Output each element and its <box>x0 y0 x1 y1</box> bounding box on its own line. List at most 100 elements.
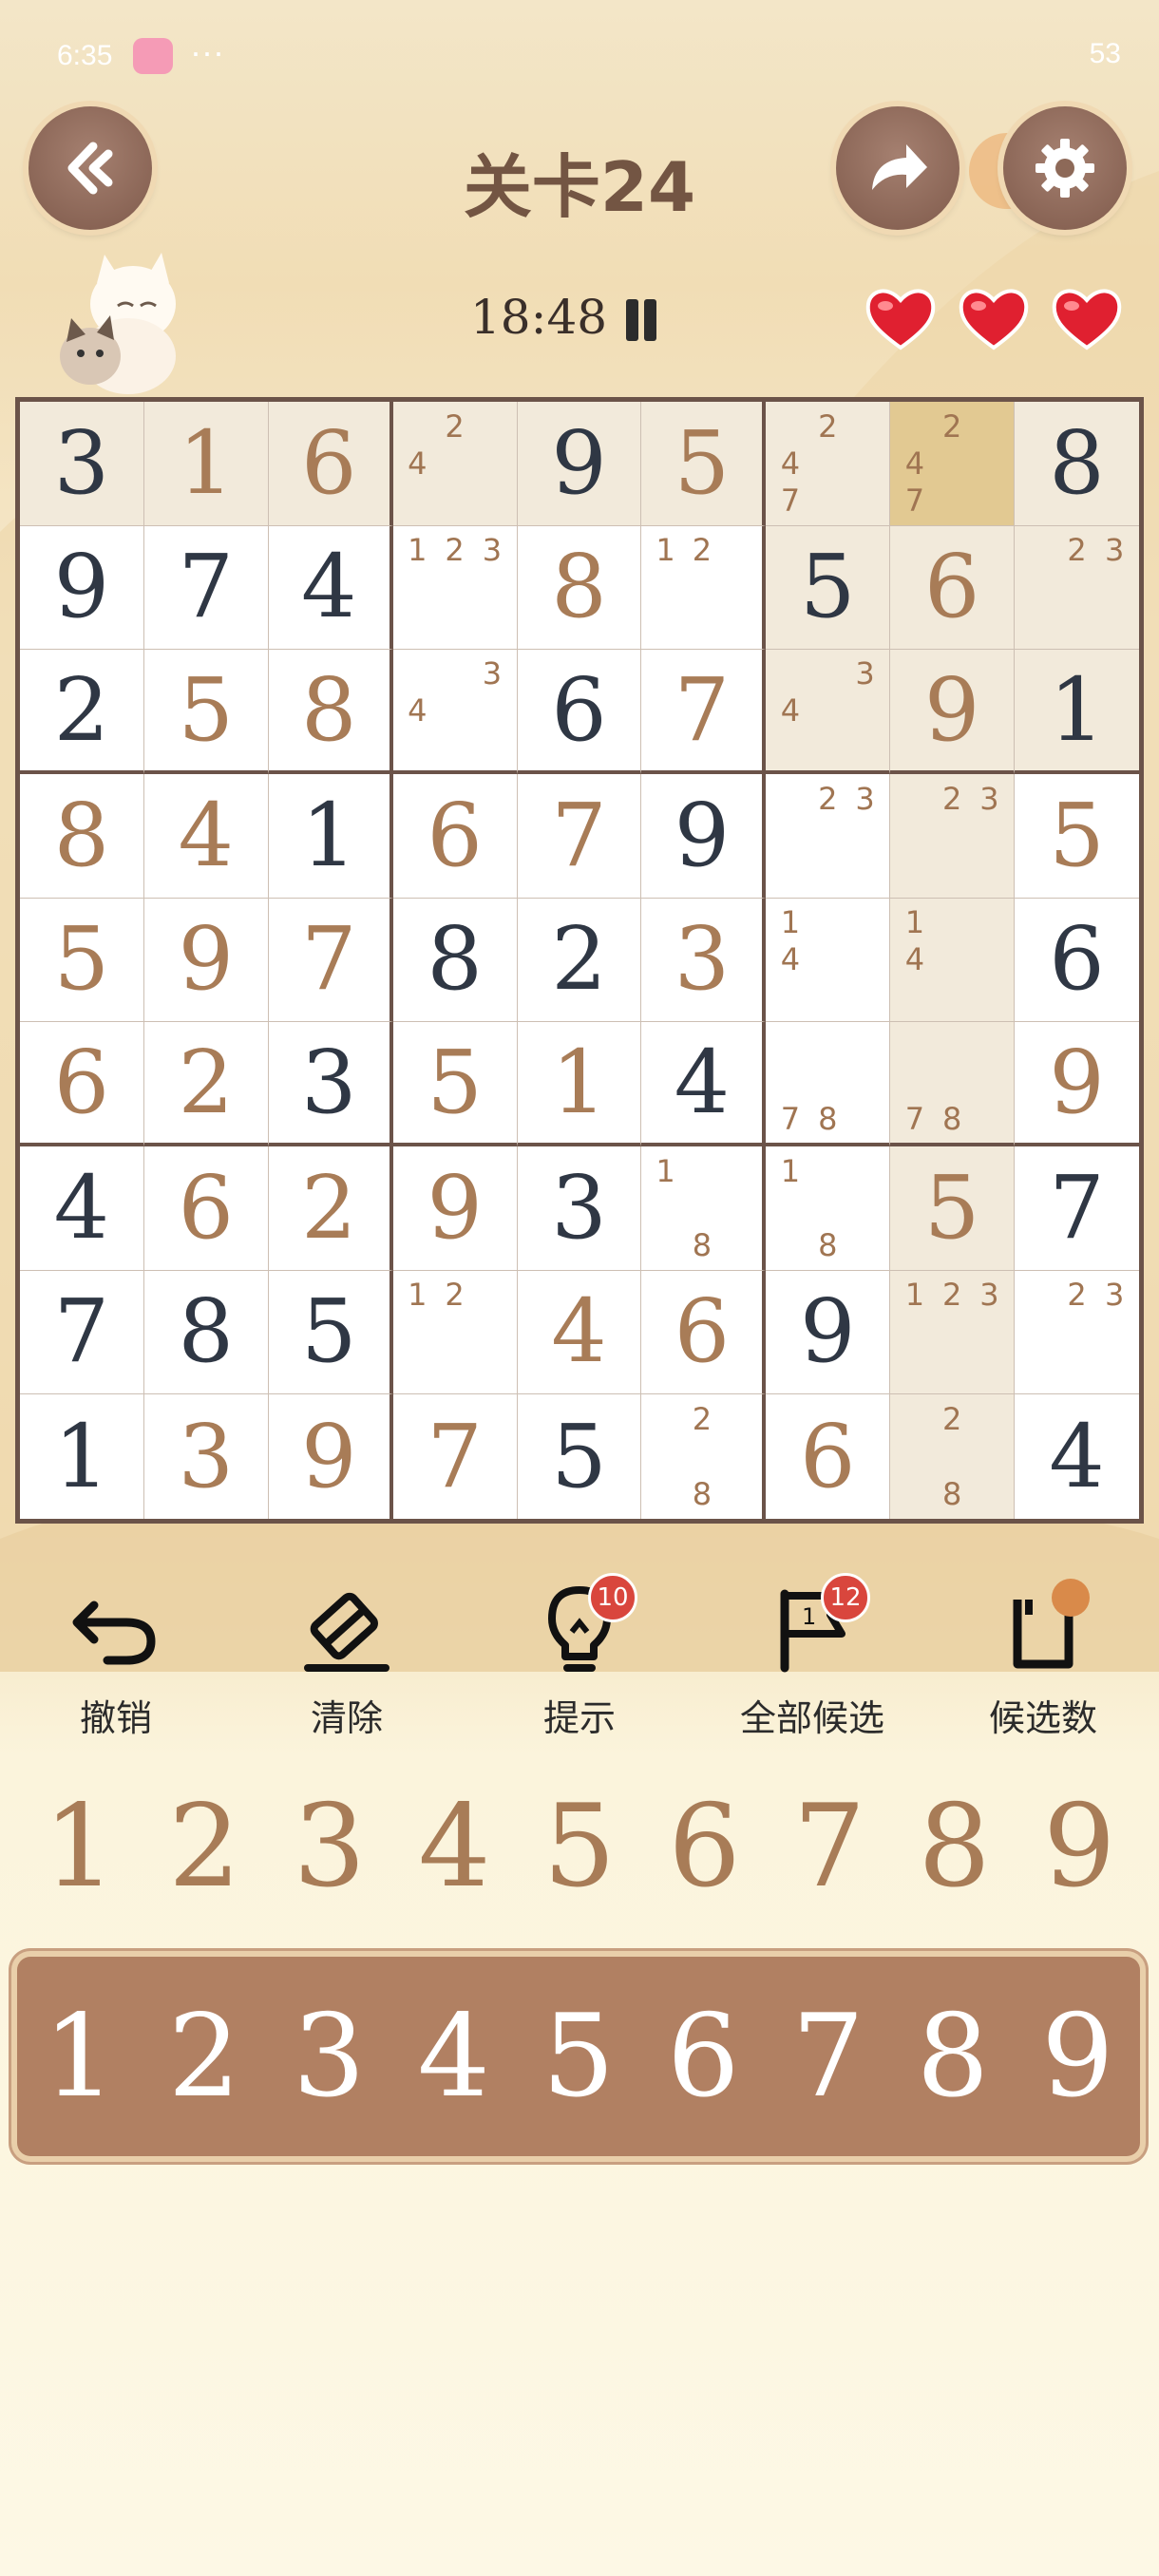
board-cell[interactable]: 6 <box>766 1394 891 1519</box>
board-cell[interactable]: 12 <box>392 1270 518 1395</box>
board-cell[interactable]: 5 <box>518 1394 642 1519</box>
board-cell[interactable]: 7 <box>1015 1146 1139 1271</box>
board-cell[interactable]: 9 <box>766 1270 891 1395</box>
board-cell[interactable]: 4 <box>1015 1394 1139 1519</box>
share-button[interactable] <box>836 106 960 230</box>
board-cell[interactable]: 5 <box>143 650 269 774</box>
board-cell[interactable]: 34 <box>766 650 891 774</box>
board-cell[interactable]: 7 <box>268 898 393 1023</box>
board-cell[interactable]: 4 <box>143 774 269 899</box>
board-cell[interactable]: 8 <box>268 650 393 774</box>
board-cell[interactable]: 2 <box>517 898 642 1023</box>
board-cell[interactable]: 3 <box>20 402 144 526</box>
board-cell[interactable]: 9 <box>269 1394 393 1519</box>
hint-button[interactable]: 10 提示 <box>494 1573 665 1757</box>
board-cell[interactable]: 18 <box>766 1146 891 1271</box>
number-pad-key-8[interactable]: 8 <box>896 1991 1010 2123</box>
number-pad-key-5[interactable]: 5 <box>522 1991 636 2123</box>
number-key-2[interactable]: 2 <box>147 1781 261 1913</box>
number-key-4[interactable]: 4 <box>397 1781 511 1913</box>
board-cell[interactable]: 123 <box>392 525 518 651</box>
number-key-8[interactable]: 8 <box>898 1781 1012 1913</box>
board-cell[interactable]: 4 <box>268 525 393 651</box>
number-key-5[interactable]: 5 <box>522 1781 636 1913</box>
board-cell[interactable]: 2 <box>20 650 144 774</box>
board-cell[interactable]: 7 <box>143 525 269 651</box>
board-cell[interactable]: 23 <box>766 774 891 899</box>
board-cell[interactable]: 8 <box>1015 402 1139 526</box>
undo-button[interactable]: 撤销 <box>30 1577 201 1757</box>
board-cell[interactable]: 3 <box>517 1146 642 1271</box>
board-cell[interactable]: 9 <box>517 402 642 526</box>
board-cell[interactable]: 1 <box>517 1022 642 1146</box>
board-cell[interactable]: 3 <box>268 1022 393 1146</box>
board-cell[interactable]: 23 <box>1015 525 1139 651</box>
clear-button[interactable]: 清除 <box>261 1577 432 1757</box>
board-cell[interactable]: 3 <box>641 898 767 1023</box>
board-cell[interactable]: 7 <box>641 650 767 774</box>
board-cell[interactable]: 23 <box>890 774 1016 899</box>
board-cell[interactable]: 28 <box>890 1394 1016 1519</box>
board-cell[interactable]: 6 <box>1015 899 1139 1023</box>
board-cell[interactable]: 1 <box>1015 650 1139 774</box>
board-cell[interactable]: 123 <box>890 1270 1016 1395</box>
board-cell[interactable]: 4 <box>517 1270 642 1395</box>
board-cell[interactable]: 23 <box>1015 1271 1139 1395</box>
board-cell[interactable]: 5 <box>766 525 891 651</box>
board-cell[interactable]: 78 <box>890 1022 1016 1146</box>
number-key-1[interactable]: 1 <box>23 1781 137 1913</box>
board-cell[interactable]: 2 <box>268 1146 393 1271</box>
board-cell[interactable]: 9 <box>20 525 144 651</box>
number-pad-key-7[interactable]: 7 <box>771 1991 885 2123</box>
board-cell[interactable]: 1 <box>20 1394 144 1519</box>
number-key-9[interactable]: 9 <box>1022 1781 1136 1913</box>
number-pad-key-6[interactable]: 6 <box>646 1991 760 2123</box>
board-cell[interactable]: 9 <box>392 1146 518 1271</box>
board-cell[interactable]: 6 <box>20 1022 144 1146</box>
board-cell[interactable]: 4 <box>641 1022 767 1146</box>
board-cell[interactable]: 2 <box>143 1022 269 1146</box>
settings-button[interactable] <box>1003 106 1127 230</box>
board-cell[interactable]: 34 <box>392 650 518 774</box>
board-cell[interactable]: 5 <box>1015 774 1139 899</box>
board-cell[interactable]: 9 <box>1015 1022 1139 1146</box>
board-cell[interactable]: 7 <box>517 774 642 899</box>
pause-button[interactable] <box>622 299 660 341</box>
number-pad-key-9[interactable]: 9 <box>1020 1991 1134 2123</box>
board-cell[interactable]: 6 <box>268 402 393 526</box>
board-cell[interactable]: 247 <box>766 402 891 526</box>
all-candidates-button[interactable]: 1 12 全部候选 <box>727 1573 898 1757</box>
board-cell[interactable]: 5 <box>890 1146 1016 1271</box>
board-cell[interactable]: 6 <box>392 774 518 899</box>
board-cell[interactable]: 9 <box>890 650 1016 774</box>
board-cell[interactable]: 14 <box>890 898 1016 1023</box>
board-cell[interactable]: 7 <box>20 1270 144 1395</box>
board-cell[interactable]: 5 <box>392 1022 518 1146</box>
board-cell[interactable]: 9 <box>641 774 767 899</box>
board-cell[interactable]: 247 <box>890 402 1016 526</box>
board-cell[interactable]: 78 <box>766 1022 891 1146</box>
number-key-7[interactable]: 7 <box>772 1781 886 1913</box>
board-cell[interactable]: 6 <box>641 1270 767 1395</box>
number-key-3[interactable]: 3 <box>273 1781 387 1913</box>
number-pad-key-1[interactable]: 1 <box>23 1991 137 2123</box>
board-cell[interactable]: 5 <box>641 402 767 526</box>
board-cell[interactable]: 14 <box>766 898 891 1023</box>
board-cell[interactable]: 8 <box>20 774 144 899</box>
number-pad-key-4[interactable]: 4 <box>397 1991 511 2123</box>
board-cell[interactable]: 24 <box>392 402 518 526</box>
board-cell[interactable]: 3 <box>144 1394 269 1519</box>
board-cell[interactable]: 6 <box>143 1146 269 1271</box>
board-cell[interactable]: 9 <box>143 898 269 1023</box>
board-cell[interactable]: 6 <box>890 525 1016 651</box>
board-cell[interactable]: 12 <box>641 525 767 651</box>
board-cell[interactable]: 5 <box>20 898 144 1023</box>
board-cell[interactable]: 18 <box>641 1146 767 1271</box>
board-cell[interactable]: 8 <box>517 525 642 651</box>
board-cell[interactable]: 6 <box>517 650 642 774</box>
candidates-toggle-button[interactable]: 候选数 <box>958 1577 1129 1757</box>
board-cell[interactable]: 5 <box>268 1270 393 1395</box>
board-cell[interactable]: 8 <box>392 898 518 1023</box>
board-cell[interactable]: 1 <box>143 402 269 526</box>
board-cell[interactable]: 4 <box>20 1146 144 1271</box>
